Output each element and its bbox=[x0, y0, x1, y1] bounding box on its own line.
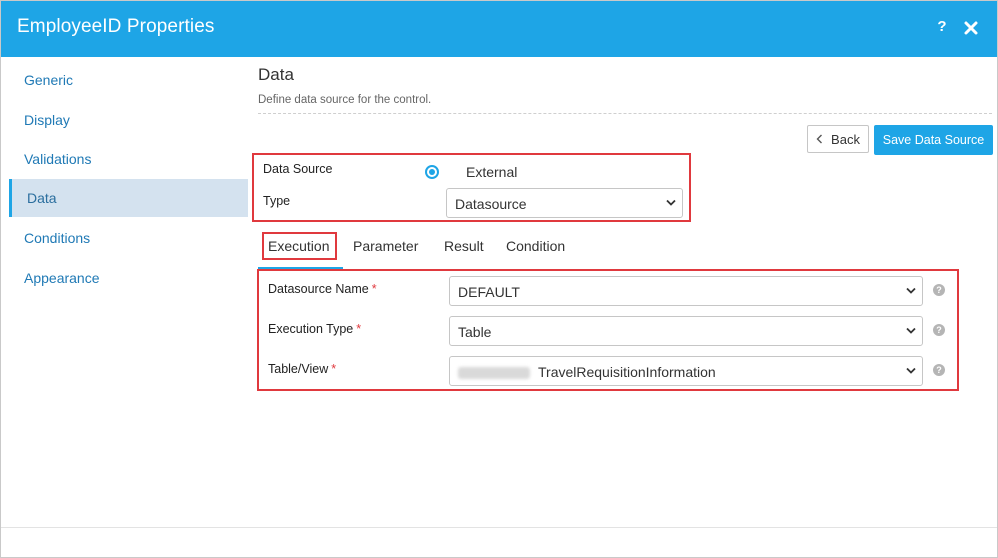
save-data-source-button[interactable]: Save Data Source bbox=[874, 125, 993, 155]
tab-condition[interactable]: Condition bbox=[506, 238, 565, 254]
data-source-label: Data Source bbox=[263, 162, 333, 176]
tab-parameter[interactable]: Parameter bbox=[353, 238, 418, 254]
sidebar-item-data[interactable]: Data bbox=[9, 179, 248, 217]
sidebar-item-generic[interactable]: Generic bbox=[9, 61, 248, 99]
type-select-value: Datasource bbox=[455, 196, 527, 212]
execution-type-help-icon[interactable]: ? bbox=[933, 324, 945, 336]
dialog-title: EmployeeID Properties bbox=[17, 16, 215, 37]
type-select[interactable]: Datasource bbox=[446, 188, 683, 218]
chevron-down-icon bbox=[666, 199, 676, 206]
required-marker: * bbox=[356, 322, 362, 336]
type-label: Type bbox=[263, 194, 291, 208]
sidebar-item-display[interactable]: Display bbox=[9, 101, 248, 139]
required-marker: * bbox=[331, 362, 337, 376]
chevron-down-icon bbox=[906, 327, 916, 334]
chevron-down-icon bbox=[906, 367, 916, 374]
external-radio-label: External bbox=[466, 164, 518, 180]
section-divider bbox=[258, 113, 992, 114]
table-view-help-icon[interactable]: ? bbox=[933, 364, 945, 376]
table-view-value-text: TravelRequisitionInformation bbox=[538, 364, 716, 380]
section-title: Data bbox=[258, 65, 294, 84]
execution-type-label: Execution Type * bbox=[268, 322, 361, 336]
help-button[interactable]: ? bbox=[935, 18, 949, 35]
execution-type-label-text: Execution Type bbox=[268, 322, 354, 336]
back-button-label: Back bbox=[831, 131, 860, 147]
table-view-value: TravelRequisitionInformation bbox=[458, 364, 716, 380]
table-view-select[interactable]: TravelRequisitionInformation bbox=[449, 356, 923, 386]
sidebar-item-appearance[interactable]: Appearance bbox=[9, 259, 248, 297]
close-icon[interactable] bbox=[963, 20, 979, 36]
redacted-schema-prefix bbox=[458, 367, 530, 380]
datasource-name-label-text: Datasource Name bbox=[268, 282, 369, 296]
table-view-label-text: Table/View bbox=[268, 362, 329, 376]
tab-result[interactable]: Result bbox=[444, 238, 484, 254]
chevron-down-icon bbox=[906, 287, 916, 294]
table-view-label: Table/View * bbox=[268, 362, 336, 376]
tab-execution[interactable]: Execution bbox=[268, 238, 329, 254]
chevron-left-icon bbox=[816, 134, 823, 144]
datasource-name-value: DEFAULT bbox=[458, 284, 520, 300]
dialog-titlebar: EmployeeID Properties ? bbox=[1, 1, 997, 57]
section-description: Define data source for the control. bbox=[258, 94, 432, 106]
sidebar-item-conditions[interactable]: Conditions bbox=[9, 219, 248, 257]
footer-divider bbox=[1, 527, 997, 528]
datasource-name-select[interactable]: DEFAULT bbox=[449, 276, 923, 306]
properties-dialog: EmployeeID Properties ? Generic Display … bbox=[0, 0, 998, 558]
external-radio[interactable] bbox=[425, 165, 439, 179]
execution-type-select[interactable]: Table bbox=[449, 316, 923, 346]
required-marker: * bbox=[371, 282, 377, 296]
back-button[interactable]: Back bbox=[807, 125, 869, 153]
execution-type-value: Table bbox=[458, 324, 492, 340]
datasource-name-label: Datasource Name * bbox=[268, 282, 377, 296]
sidebar-item-validations[interactable]: Validations bbox=[9, 140, 248, 178]
datasource-name-help-icon[interactable]: ? bbox=[933, 284, 945, 296]
